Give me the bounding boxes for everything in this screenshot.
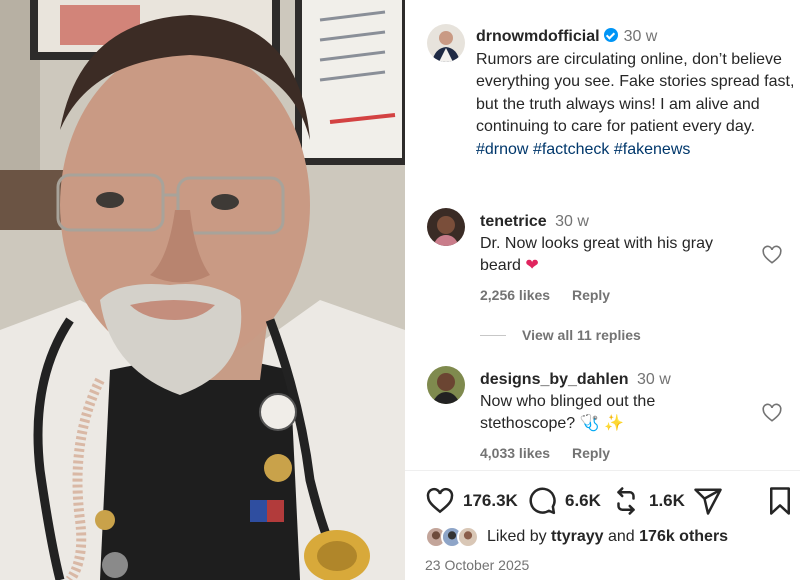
like-comment-heart-icon[interactable] (761, 402, 783, 424)
comment-button[interactable]: 6.6K (527, 484, 601, 518)
liked-by-user[interactable]: ttyrayy (551, 528, 603, 546)
verified-badge-icon (603, 28, 618, 42)
section-divider (405, 470, 800, 471)
like-comment-heart-icon[interactable] (761, 244, 783, 266)
replies-divider-line (480, 334, 506, 336)
hashtag-fakenews[interactable]: #fakenews (614, 141, 691, 158)
post-time: 30 w (623, 28, 658, 45)
share-icon (694, 488, 722, 515)
share-button[interactable] (693, 484, 723, 518)
post-caption: drnowmdofficial 30 w Rumors are circulati… (476, 26, 796, 161)
view-replies-button[interactable]: View all 11 replies (480, 327, 641, 343)
commenter-username[interactable]: designs_by_dahlen (480, 371, 629, 388)
bookmark-icon (770, 487, 790, 515)
reply-button[interactable]: Reply (572, 445, 610, 461)
like-count: 176.3K (463, 491, 518, 510)
commenter-avatar[interactable] (427, 208, 465, 246)
hashtag-factcheck[interactable]: #factcheck (533, 141, 609, 158)
commenter-username[interactable]: tenetrice (480, 213, 547, 230)
liker-avatar (457, 526, 479, 548)
comment-icon (529, 487, 556, 515)
liker-avatars[interactable] (425, 526, 479, 548)
comment-count: 6.6K (565, 491, 601, 510)
poster-username[interactable]: drnowmdofficial (476, 28, 600, 45)
view-replies-label: View all 11 replies (522, 327, 641, 343)
liked-by-prefix: Liked by (487, 528, 547, 545)
heart-icon (426, 487, 454, 514)
repost-icon (617, 487, 635, 515)
comment-text: Dr. Now looks great with his gray beard (480, 235, 713, 274)
like-button[interactable]: 176.3K (425, 484, 518, 518)
commenter-avatar[interactable] (427, 366, 465, 404)
liked-by-row: Liked by ttyrayy and 176k others (425, 525, 728, 549)
action-bar: 176.3K 6.6K 1.6K (425, 484, 795, 518)
comment-content: designs_by_dahlen 30 w Now who blinged o… (480, 369, 740, 435)
hashtag-drnow[interactable]: #drnow (476, 141, 528, 158)
caption-text: Rumors are circulating online, don’t bel… (476, 50, 795, 136)
comment-content: tenetrice 30 w Dr. Now looks great with … (480, 211, 740, 277)
comment-text: Now who blinged out the stethoscope? (480, 393, 656, 432)
reply-button[interactable]: Reply (572, 287, 610, 303)
post-date: 23 October 2025 (425, 557, 530, 573)
liked-by-joiner: and (607, 528, 635, 545)
comment-meta: 2,256 likes Reply (480, 287, 628, 303)
liked-by-others[interactable]: 176k others (639, 528, 728, 546)
comment-time: 30 w (636, 371, 671, 388)
repost-count: 1.6K (649, 491, 685, 510)
repost-button[interactable]: 1.6K (611, 484, 685, 518)
comment-likes[interactable]: 2,256 likes (480, 287, 550, 303)
bookmark-button[interactable] (767, 484, 793, 518)
poster-avatar[interactable] (427, 24, 465, 62)
comment-meta: 4,033 likes Reply (480, 445, 628, 461)
post-panel: drnowmdofficial 30 w Rumors are circulati… (405, 0, 800, 580)
stethoscope-sparkles-emoji: 🩺 ✨ (579, 415, 624, 432)
comment-time: 30 w (555, 213, 589, 230)
post-photo (0, 0, 405, 580)
comment-likes[interactable]: 4,033 likes (480, 445, 550, 461)
heart-emoji: ❤ (525, 257, 539, 274)
